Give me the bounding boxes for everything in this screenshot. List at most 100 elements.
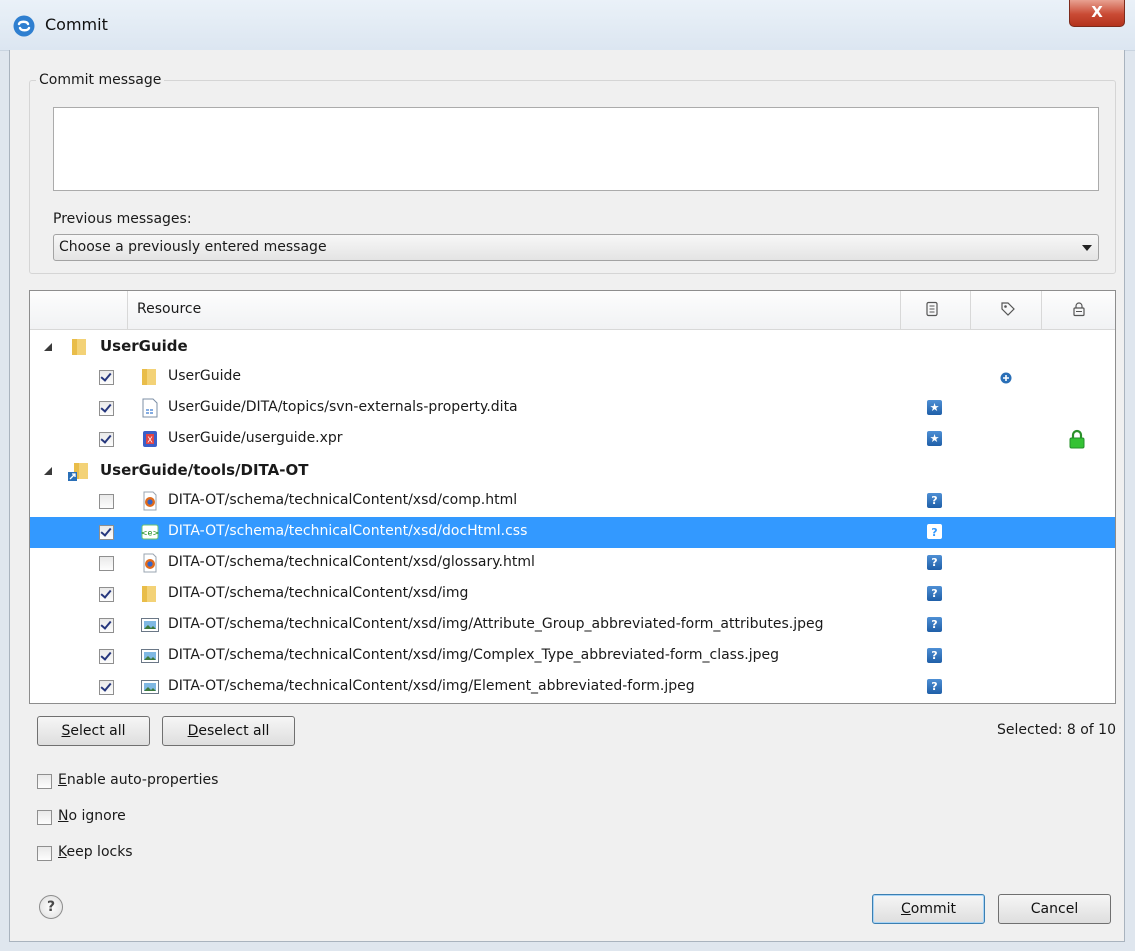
- tag-icon[interactable]: [1000, 301, 1016, 317]
- previous-messages-selected: Choose a previously entered message: [59, 239, 327, 255]
- help-icon[interactable]: ?: [39, 895, 63, 919]
- mnemonic: D: [187, 723, 199, 739]
- commit-message-label: Commit message: [36, 72, 165, 88]
- commit-dialog: Commit X Commit message Previous message…: [0, 0, 1135, 951]
- folder-icon: [142, 369, 156, 385]
- cancel-button[interactable]: Cancel: [998, 894, 1111, 924]
- image-file-icon: [141, 618, 159, 632]
- unversioned-icon: ?: [927, 586, 942, 601]
- table-row[interactable]: DITA-OT/schema/technicalContent/xsd/img …: [30, 579, 1115, 610]
- folder-icon: [142, 586, 156, 602]
- dita-file-icon: [142, 398, 158, 418]
- image-file-icon: [141, 649, 159, 663]
- modified-icon: ★: [927, 431, 942, 446]
- commit-button[interactable]: Commit: [872, 894, 985, 924]
- option-text: o ignore: [68, 808, 126, 824]
- mnemonic: E: [58, 772, 67, 788]
- added-icon: [1000, 372, 1012, 384]
- group-row-userguide[interactable]: UserGuide: [30, 331, 1115, 362]
- option-label[interactable]: No ignore: [58, 808, 126, 824]
- document-status-icon[interactable]: [924, 301, 940, 317]
- row-checkbox[interactable]: [99, 649, 114, 664]
- row-checkbox[interactable]: [99, 525, 114, 540]
- previous-messages-label: Previous messages:: [53, 211, 192, 227]
- option-label[interactable]: Enable auto-properties: [58, 772, 218, 788]
- table-row[interactable]: UserGuide: [30, 362, 1115, 393]
- resource-table[interactable]: Resource UserGuide UserGuide UserGuide/D…: [29, 290, 1116, 704]
- mnemonic: C: [900, 901, 911, 917]
- row-checkbox[interactable]: [99, 556, 114, 571]
- checkbox[interactable]: [37, 846, 52, 861]
- unversioned-icon: ?: [927, 648, 942, 663]
- button-label: eselect all: [198, 723, 270, 739]
- button-label: elect all: [70, 723, 126, 739]
- resource-path: UserGuide: [168, 368, 242, 384]
- expanded-arrow-icon[interactable]: [44, 343, 52, 351]
- table-row-selected[interactable]: <e> DITA-OT/schema/technicalContent/xsd/…: [30, 517, 1115, 548]
- html-file-icon: [143, 491, 157, 511]
- table-row[interactable]: DITA-OT/schema/technicalContent/xsd/img/…: [30, 672, 1115, 703]
- svn-app-icon: [13, 15, 35, 37]
- table-row[interactable]: UserGuide/DITA/topics/svn-externals-prop…: [30, 393, 1115, 424]
- commit-message-textarea[interactable]: [53, 107, 1099, 191]
- resource-path: DITA-OT/schema/technicalContent/xsd/img/…: [168, 616, 824, 632]
- option-text: nable auto-properties: [66, 772, 219, 788]
- resource-path: UserGuide/userguide.xpr: [168, 430, 343, 446]
- row-checkbox[interactable]: [99, 494, 114, 509]
- row-checkbox[interactable]: [99, 618, 114, 633]
- table-row[interactable]: DITA-OT/schema/technicalContent/xsd/img/…: [30, 641, 1115, 672]
- svg-text:X: X: [147, 436, 153, 445]
- previous-messages-dropdown[interactable]: Choose a previously entered message: [53, 234, 1099, 261]
- group-row-dita-ot[interactable]: UserGuide/tools/DITA-OT: [30, 455, 1115, 486]
- select-all-button[interactable]: Select all: [37, 716, 150, 746]
- external-folder-icon: [68, 463, 88, 481]
- modified-icon: ★: [927, 400, 942, 415]
- window-title: Commit: [45, 15, 108, 34]
- table-row[interactable]: DITA-OT/schema/technicalContent/xsd/glos…: [30, 548, 1115, 579]
- option-label[interactable]: Keep locks: [58, 844, 133, 860]
- table-header: Resource: [30, 291, 1115, 330]
- html-file-icon: [143, 553, 157, 573]
- resource-path: DITA-OT/schema/technicalContent/xsd/img/…: [168, 678, 695, 694]
- header-separator: [1041, 291, 1042, 329]
- resource-path: DITA-OT/schema/technicalContent/xsd/comp…: [168, 492, 518, 508]
- button-label: ommit: [910, 901, 956, 917]
- expanded-arrow-icon[interactable]: [44, 467, 52, 475]
- folder-icon: [72, 339, 86, 355]
- resource-path: DITA-OT/schema/technicalContent/xsd/docH…: [168, 523, 528, 539]
- row-checkbox[interactable]: [99, 370, 114, 385]
- title-bar: Commit X: [0, 0, 1135, 51]
- table-row[interactable]: DITA-OT/schema/technicalContent/xsd/comp…: [30, 486, 1115, 517]
- header-separator: [970, 291, 971, 329]
- resource-path: DITA-OT/schema/technicalContent/xsd/glos…: [168, 554, 535, 570]
- row-checkbox[interactable]: [99, 680, 114, 695]
- row-checkbox[interactable]: [99, 587, 114, 602]
- xpr-file-icon: X: [143, 431, 157, 447]
- header-separator: [127, 291, 128, 329]
- unversioned-icon: ?: [927, 555, 942, 570]
- table-row[interactable]: DITA-OT/schema/technicalContent/xsd/img/…: [30, 610, 1115, 641]
- lock-icon: [1069, 429, 1085, 449]
- unversioned-icon: ?: [927, 617, 942, 632]
- header-resource[interactable]: Resource: [137, 301, 201, 317]
- header-separator: [900, 291, 901, 329]
- resource-path: UserGuide/DITA/topics/svn-externals-prop…: [168, 399, 518, 415]
- close-button[interactable]: X: [1069, 0, 1125, 27]
- row-checkbox[interactable]: [99, 401, 114, 416]
- unversioned-icon: ?: [927, 524, 942, 539]
- chevron-down-icon: [1082, 245, 1092, 251]
- group-label: UserGuide: [100, 337, 188, 355]
- option-text: eep locks: [66, 844, 133, 860]
- lock-header-icon[interactable]: [1071, 301, 1087, 317]
- table-row[interactable]: X UserGuide/userguide.xpr ★: [30, 424, 1115, 455]
- checkbox[interactable]: [37, 774, 52, 789]
- checkbox[interactable]: [37, 810, 52, 825]
- image-file-icon: [141, 680, 159, 694]
- unversioned-icon: ?: [927, 679, 942, 694]
- deselect-all-button[interactable]: Deselect all: [162, 716, 295, 746]
- svg-text:<e>: <e>: [141, 529, 159, 538]
- row-checkbox[interactable]: [99, 432, 114, 447]
- css-file-icon: <e>: [141, 524, 159, 540]
- unversioned-icon: ?: [927, 493, 942, 508]
- selected-count: Selected: 8 of 10: [997, 722, 1116, 738]
